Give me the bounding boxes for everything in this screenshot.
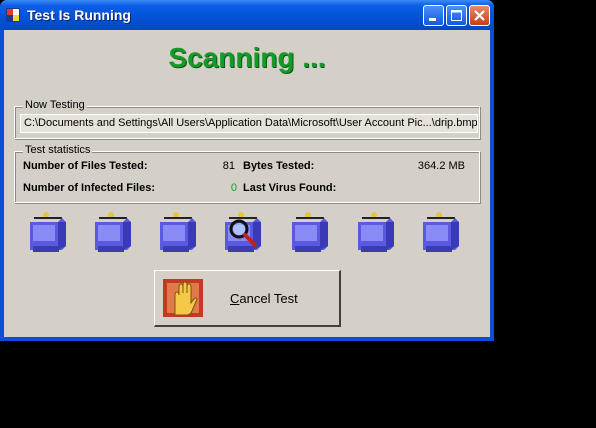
- scan-animation: [24, 210, 474, 256]
- minimize-icon: [429, 18, 436, 21]
- bytes-tested-value: 364.2 MB: [417, 160, 465, 172]
- now-testing-label: Now Testing: [23, 99, 87, 111]
- infected-files-label: Number of Infected Files:: [23, 182, 156, 194]
- test-running-window: Test Is Running Scanning ... Now Testing…: [0, 0, 494, 341]
- app-icon: [6, 8, 20, 22]
- computer-icon: [292, 212, 328, 252]
- cancel-label-rest: ancel Test: [239, 291, 298, 306]
- infected-files-value: 0: [230, 182, 237, 194]
- window-title: Test Is Running: [27, 7, 131, 23]
- files-tested-label: Number of Files Tested:: [23, 160, 148, 172]
- computer-scanning-icon: [225, 212, 261, 252]
- maximize-button[interactable]: [446, 5, 467, 26]
- cancel-accelerator: C: [230, 291, 240, 306]
- cancel-test-label: Cancel Test: [230, 291, 298, 306]
- test-statistics-label: Test statistics: [23, 144, 93, 156]
- files-tested-value: 81: [222, 160, 235, 172]
- computer-icon: [95, 212, 131, 252]
- close-button[interactable]: [469, 5, 490, 26]
- scanning-status: Scanning ...: [168, 42, 326, 73]
- bytes-tested-label: Bytes Tested:: [243, 160, 315, 172]
- stop-hand-icon: [163, 279, 203, 317]
- computer-icon: [160, 212, 196, 252]
- maximize-icon: [451, 10, 462, 21]
- computer-icon: [358, 212, 394, 252]
- last-virus-label: Last Virus Found:: [243, 182, 337, 194]
- cancel-test-button[interactable]: Cancel Test: [154, 270, 341, 327]
- now-testing-group: Now Testing C:\Documents and Settings\Al…: [14, 99, 480, 139]
- computer-icon: [30, 212, 66, 252]
- computer-icon: [423, 212, 459, 252]
- dialog-body: Scanning ... Now Testing C:\Documents an…: [4, 30, 490, 337]
- title-bar[interactable]: Test Is Running: [0, 0, 494, 30]
- close-icon: [474, 10, 485, 21]
- minimize-button[interactable]: [423, 5, 444, 26]
- test-statistics-group: Test statistics Number of Files Tested: …: [14, 144, 480, 203]
- current-file-path: C:\Documents and Settings\All Users\Appl…: [20, 114, 478, 133]
